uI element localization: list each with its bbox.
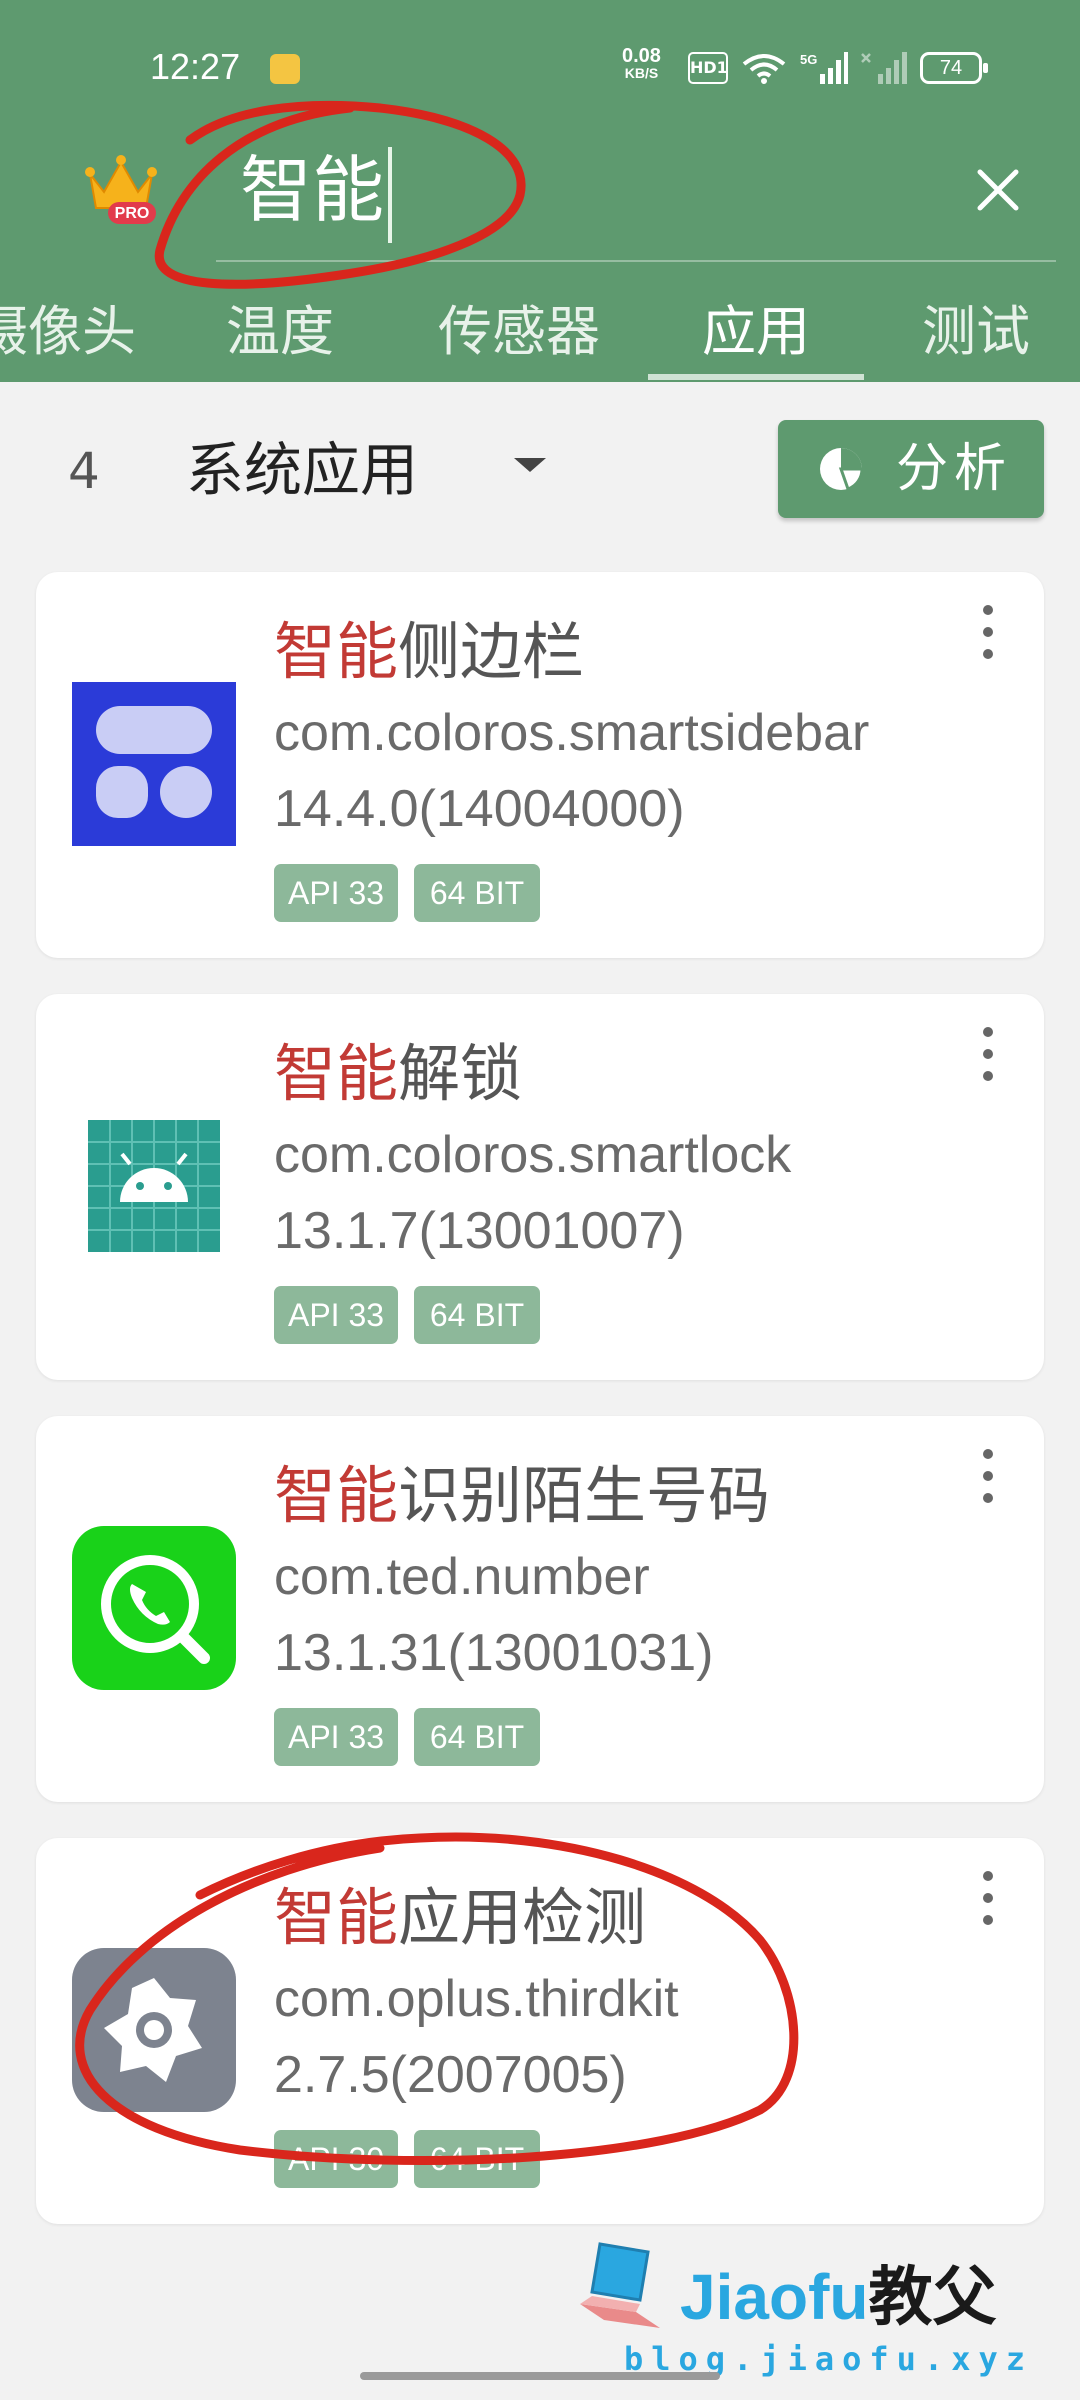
dropdown-arrow-icon[interactable] <box>514 458 546 472</box>
app-title-highlight: 智能 <box>274 1459 399 1532</box>
status-time: 12:27 <box>150 46 241 87</box>
phone-search-icon <box>72 1526 236 1690</box>
app-title-rest: 侧边栏 <box>398 615 585 688</box>
app-title-highlight: 智能 <box>274 1881 399 1954</box>
app-package: com.coloros.smartlock <box>274 1126 792 1184</box>
hd-voice-icon: HD1 <box>688 52 728 84</box>
search-input[interactable]: 智能 <box>240 140 940 244</box>
bit-badge: 64 BIT <box>414 2130 540 2188</box>
signal-5g-icon: 5G <box>800 52 848 84</box>
app-title: 智能应用检测 <box>274 1878 646 1958</box>
app-title: 智能识别陌生号码 <box>274 1456 770 1536</box>
app-title-rest: 识别陌生号码 <box>398 1459 771 1532</box>
network-type-label: 5G <box>800 52 817 67</box>
app-version: 14.4.0(14004000) <box>274 780 685 838</box>
app-title-highlight: 智能 <box>274 615 399 688</box>
active-tab-indicator <box>648 374 864 380</box>
more-options-icon[interactable] <box>978 1024 998 1084</box>
wifi-icon <box>742 54 786 84</box>
app-card[interactable]: 智能识别陌生号码 com.ted.number 13.1.31(13001031… <box>36 1416 1044 1802</box>
close-icon[interactable] <box>968 160 1028 220</box>
app-card[interactable]: 智能侧边栏 com.coloros.smartsidebar 14.4.0(14… <box>36 572 1044 958</box>
status-bar: 12:27 0.08 KB/S HD1 5G 74 <box>0 40 1080 100</box>
gear-app-icon <box>72 1948 236 2112</box>
notes-icon <box>270 54 300 84</box>
tab-camera[interactable]: 摄像头 <box>0 282 140 382</box>
search-underline <box>216 260 1056 262</box>
app-package: com.ted.number <box>274 1548 650 1606</box>
pie-chart-icon <box>820 448 864 491</box>
network-speed-unit: KB/S <box>624 65 659 81</box>
app-title-rest: 应用检测 <box>398 1881 647 1954</box>
network-speed-value: 0.08 <box>622 45 661 67</box>
analyze-button[interactable]: 分析 <box>778 420 1044 518</box>
app-version: 13.1.7(13001007) <box>274 1202 685 1260</box>
tab-apps[interactable]: 应用 <box>648 282 864 382</box>
android-app-icon <box>88 1120 220 1252</box>
more-options-icon[interactable] <box>978 602 998 662</box>
app-title: 智能侧边栏 <box>274 612 584 692</box>
tab-sensors[interactable]: 传感器 <box>414 282 624 382</box>
app-package: com.coloros.smartsidebar <box>274 704 870 762</box>
app-version: 2.7.5(2007005) <box>274 2046 627 2104</box>
bit-badge: 64 BIT <box>414 1708 540 1766</box>
tab-bar: 摄像头 温度 传感器 应用 测试 <box>0 282 1080 382</box>
bit-badge: 64 BIT <box>414 1286 540 1344</box>
category-select[interactable]: 系统应用 <box>186 430 418 510</box>
laptop-logo-icon <box>580 2242 660 2328</box>
watermark-brand: Jiaofu教父 <box>680 2246 996 2338</box>
more-options-icon[interactable] <box>978 1446 998 1506</box>
watermark-brand-latin: Jiaofu <box>680 2261 869 2333</box>
text-caret <box>388 147 393 244</box>
app-title-rest: 解锁 <box>398 1037 523 1110</box>
home-indicator[interactable] <box>360 2372 720 2380</box>
app-card[interactable]: 智能应用检测 com.oplus.thirdkit 2.7.5(2007005)… <box>36 1838 1044 2224</box>
tab-temperature[interactable]: 温度 <box>200 282 360 382</box>
app-count: 4 <box>68 442 100 500</box>
app-title: 智能解锁 <box>274 1034 522 1114</box>
api-badge: API 30 <box>274 2130 398 2188</box>
app-version: 13.1.31(13001031) <box>274 1624 714 1682</box>
analyze-label: 分析 <box>896 439 1013 499</box>
app-bar: 12:27 0.08 KB/S HD1 5G 74 PRO 智能 摄像头 温度 … <box>0 0 1080 382</box>
api-badge: API 33 <box>274 1708 398 1766</box>
svg-text:PRO: PRO <box>115 205 150 222</box>
more-options-icon[interactable] <box>978 1868 998 1928</box>
battery-indicator: 74 <box>920 52 988 84</box>
sidebar-app-icon <box>72 682 236 846</box>
app-title-highlight: 智能 <box>274 1037 399 1110</box>
app-package: com.oplus.thirdkit <box>274 1970 679 2028</box>
tab-tests[interactable]: 测试 <box>896 282 1056 382</box>
network-speed: 0.08 KB/S <box>622 46 661 80</box>
search-query: 智能 <box>240 148 385 232</box>
signal-sim2-icon <box>861 52 907 84</box>
pro-crown-icon[interactable]: PRO <box>84 152 158 228</box>
api-badge: API 33 <box>274 864 398 922</box>
app-card[interactable]: 智能解锁 com.coloros.smartlock 13.1.7(130010… <box>36 994 1044 1380</box>
api-badge: API 33 <box>274 1286 398 1344</box>
watermark-brand-cn: 教父 <box>868 2261 997 2333</box>
bit-badge: 64 BIT <box>414 864 540 922</box>
